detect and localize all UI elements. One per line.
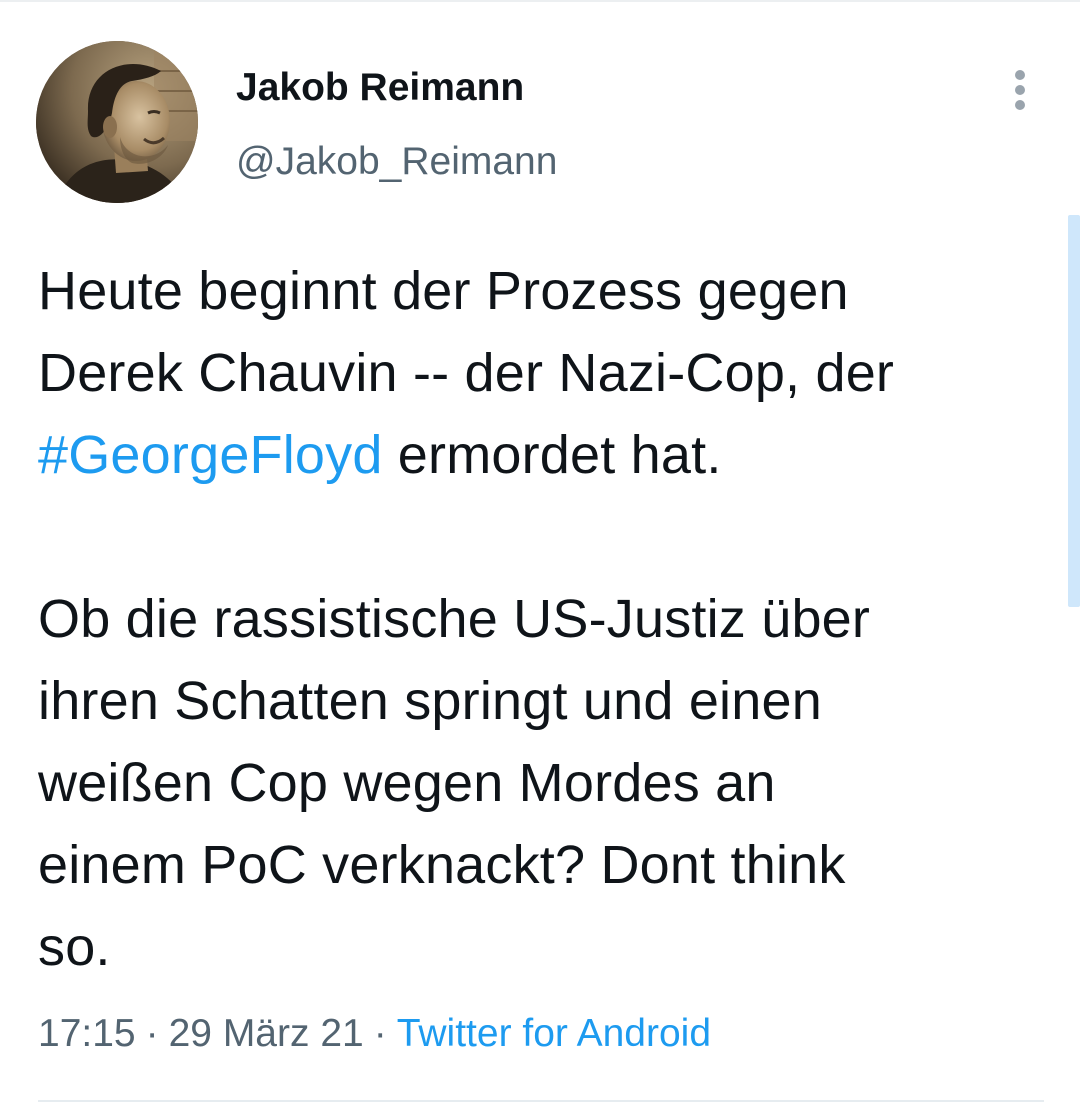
more-vertical-icon (1015, 70, 1025, 80)
tweet-line: weißen Cop wegen Mordes an (38, 753, 776, 813)
tweet-line: #GeorgeFloyd ermordet hat. (38, 414, 1048, 496)
bottom-divider (38, 1100, 1044, 1102)
tweet-time[interactable]: 17:15 (38, 1012, 136, 1055)
more-vertical-icon (1015, 100, 1025, 110)
tweet-line: ihren Schatten springt und einen (38, 671, 822, 731)
tweet-date[interactable]: 29 März 21 (169, 1012, 364, 1055)
author-handle[interactable]: @Jakob_Reimann (236, 136, 557, 188)
tweet-metadata: 17:15 · 29 März 21 · Twitter for Android (38, 1008, 711, 1060)
tweet-line-rest: ermordet hat. (382, 425, 722, 485)
author-display-name[interactable]: Jakob Reimann (236, 62, 524, 114)
profile-photo-icon (36, 41, 198, 203)
scrollbar-thumb[interactable] (1068, 215, 1080, 607)
tweet-text: Heute beginnt der Prozess gegen Derek Ch… (38, 250, 1048, 988)
tweet-source-link[interactable]: Twitter for Android (397, 1012, 711, 1055)
avatar[interactable] (36, 41, 198, 203)
author-info[interactable]: Jakob Reimann @Jakob_Reimann (236, 62, 557, 183)
tweet-card: Jakob Reimann @Jakob_Reimann Heute begin… (0, 0, 1080, 1111)
tweet-line: einem PoC verknackt? Dont think (38, 835, 846, 895)
tweet-line: so. (38, 917, 111, 977)
meta-separator: · (145, 1012, 159, 1055)
tweet-line: Heute beginnt der Prozess gegen (38, 261, 849, 321)
more-options-button[interactable] (1002, 66, 1038, 114)
meta-separator: · (373, 1012, 387, 1055)
more-vertical-icon (1015, 85, 1025, 95)
tweet-line: Ob die rassistische US-Justiz über (38, 589, 871, 649)
tweet-line: Derek Chauvin -- der Nazi-Cop, der (38, 343, 895, 403)
hashtag-link[interactable]: #GeorgeFloyd (38, 425, 383, 485)
